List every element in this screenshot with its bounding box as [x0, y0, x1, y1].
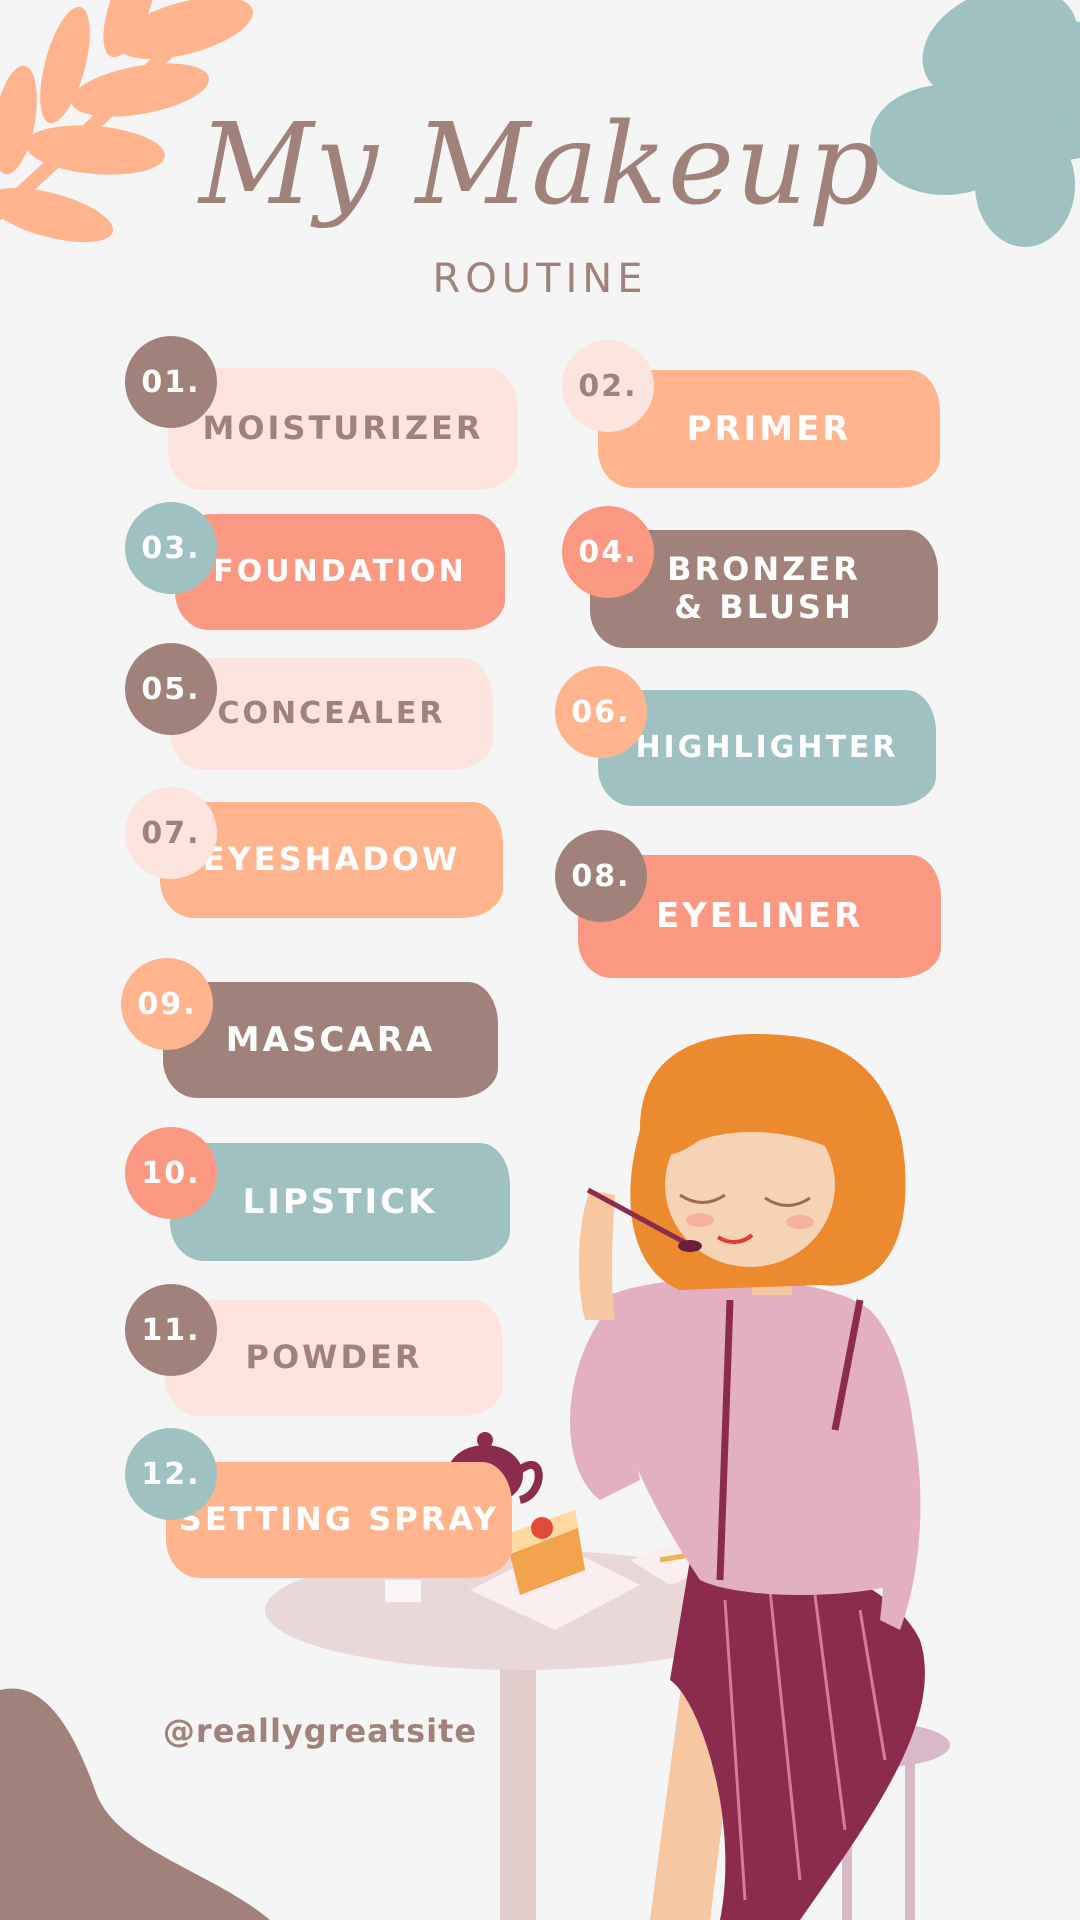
step-number-badge: 09. — [121, 958, 213, 1050]
page-title: My Makeup — [199, 100, 881, 230]
step-number-badge: 07. — [125, 787, 217, 879]
step-number-badge: 08. — [555, 830, 647, 922]
step-label-setting-spray: SETTING SPRAY — [166, 1462, 512, 1578]
step-label-concealer: CONCEALER — [170, 658, 493, 770]
woman-illustration-icon — [570, 1033, 925, 1920]
step-label-foundation: FOUNDATION — [175, 514, 505, 630]
step-label-highlighter: HIGHLIGHTER — [598, 690, 936, 806]
step-number-badge: 06. — [555, 666, 647, 758]
step-label-powder: POWDER — [165, 1300, 503, 1416]
step-number-badge: 10. — [125, 1127, 217, 1219]
step-label-mascara: MASCARA — [163, 982, 498, 1098]
page-subtitle: ROUTINE — [432, 256, 648, 302]
step-number-badge: 11. — [125, 1284, 217, 1376]
step-label-moisturizer: MOISTURIZER — [168, 368, 518, 490]
website-handle: @reallygreatsite — [162, 1712, 478, 1750]
step-number-badge: 02. — [562, 340, 654, 432]
step-number-badge: 01. — [125, 336, 217, 428]
step-number-badge: 12. — [125, 1428, 217, 1520]
step-label-lipstick: LIPSTICK — [170, 1143, 510, 1261]
step-number-badge: 05. — [125, 643, 217, 735]
step-number-badge: 03. — [125, 502, 217, 594]
step-number-badge: 04. — [562, 506, 654, 598]
